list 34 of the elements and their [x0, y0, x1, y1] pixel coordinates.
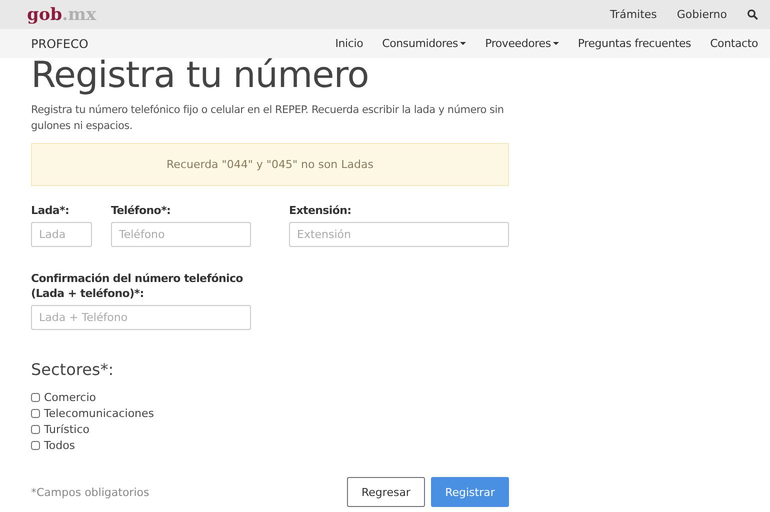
nav-link[interactable]: Contacto: [710, 37, 758, 50]
intro-text: Registra tu número telefónico fijo o celular en el REPEP. Recuerda escribir la lada y número sin gulones ni espacios.: [31, 103, 505, 134]
checkbox-label: Telecomunicaciones: [44, 406, 154, 420]
alert-message: Recuerda "044" y "045" no son Ladas: [31, 143, 509, 186]
nav-link[interactable]: Proveedores: [485, 37, 559, 50]
logo[interactable]: gob.mx: [27, 4, 96, 24]
caret-icon: [552, 42, 559, 45]
checkbox-label: Turístico: [44, 422, 90, 436]
required-note: *Campos obligatorios: [31, 486, 150, 498]
nav-link[interactable]: Preguntas frecuentes: [578, 37, 692, 50]
checkbox[interactable]: [31, 408, 40, 418]
checkbox-label: Todos: [44, 438, 76, 452]
section-heading: Sectores*:: [31, 360, 115, 379]
checkbox[interactable]: [31, 392, 40, 402]
field-label: Teléfono*:: [111, 203, 171, 218]
checkbox-label: Comercio: [44, 390, 96, 404]
caret-icon: [460, 42, 466, 45]
input-field[interactable]: Lada + Teléfono: [31, 305, 251, 330]
top-link[interactable]: Gobierno: [676, 8, 727, 21]
input-field[interactable]: Extensión: [289, 222, 509, 247]
site-name[interactable]: PROFECO: [31, 36, 88, 50]
search-icon[interactable]: [747, 9, 758, 20]
field-label: Lada*:: [31, 203, 70, 218]
nav-link[interactable]: Consumidores: [382, 37, 466, 50]
nav-link[interactable]: Inicio: [335, 37, 364, 50]
field-label: Extensión:: [289, 203, 352, 218]
input-field[interactable]: Lada: [31, 222, 92, 247]
checkbox[interactable]: [31, 424, 40, 434]
field-label: Confirmación del número telefónico (Lada + teléfono)*:: [31, 271, 244, 301]
back-button[interactable]: Regresar: [347, 477, 425, 507]
input-field[interactable]: Teléfono: [111, 222, 251, 247]
top-link[interactable]: Trámites: [610, 8, 657, 21]
checkbox[interactable]: [31, 440, 40, 450]
page-title: Registra tu número: [31, 54, 370, 98]
